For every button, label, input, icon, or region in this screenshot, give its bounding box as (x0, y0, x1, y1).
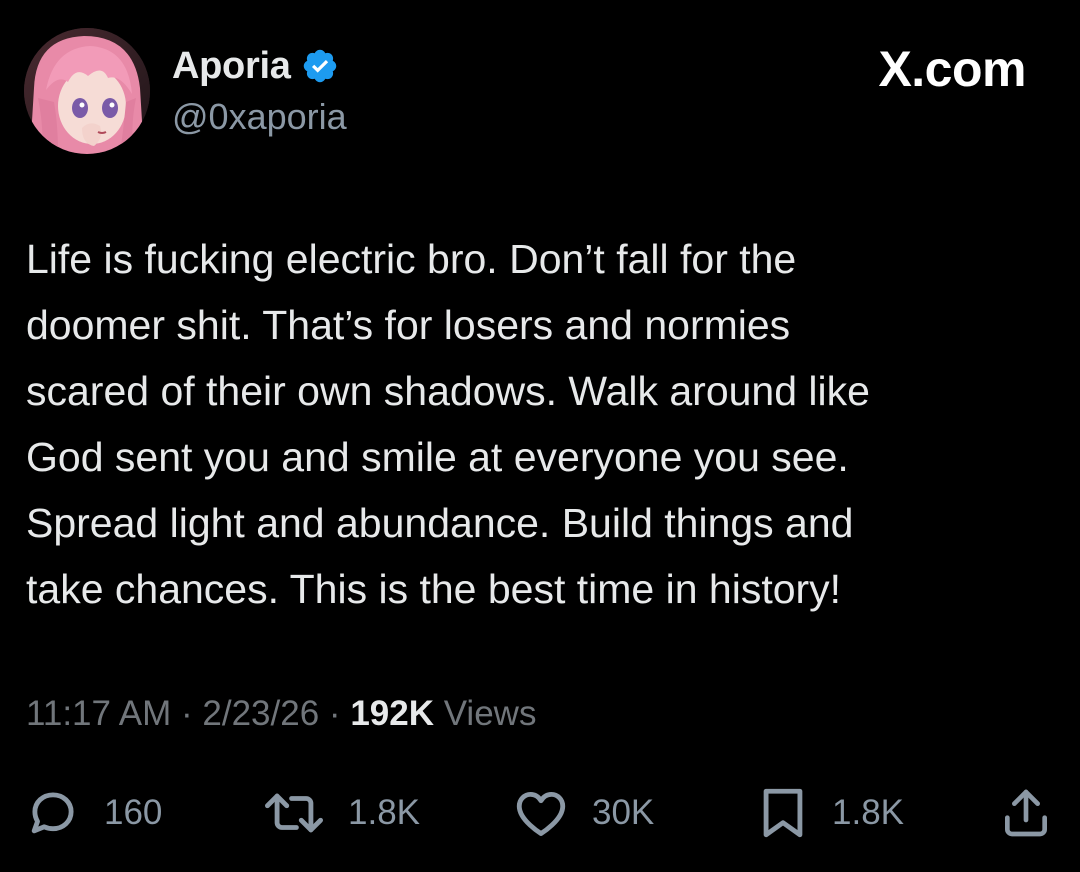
author-display-name[interactable]: Aporia (172, 45, 291, 88)
like-button[interactable]: 30K (512, 778, 654, 848)
tweet-text: Life is fucking electric bro. Don’t fall… (26, 236, 870, 612)
bookmark-icon (763, 788, 803, 838)
verified-badge-icon (303, 49, 336, 83)
reply-count: 160 (104, 793, 163, 832)
author-name-row[interactable]: Aporia (172, 42, 339, 90)
views-label: Views (443, 694, 537, 733)
tweet-date[interactable]: 2/23/26 (202, 694, 319, 733)
share-button[interactable] (998, 778, 1054, 848)
reply-button[interactable]: 160 (24, 778, 162, 848)
bookmark-button[interactable]: 1.8K (756, 778, 904, 848)
meta-separator: · (328, 694, 341, 733)
author-handle[interactable]: @0xaporia (172, 96, 347, 138)
share-icon (1005, 789, 1047, 837)
bookmark-count: 1.8K (832, 793, 904, 832)
anime-avatar-image (24, 28, 150, 154)
avatar[interactable] (24, 28, 150, 154)
retweet-icon (264, 793, 323, 833)
heart-icon (516, 791, 566, 836)
tweet-meta: 11:17 AM · 2/23/26 · 192K Views (26, 694, 536, 734)
retweet-button[interactable]: 1.8K (262, 778, 420, 848)
retweet-count: 1.8K (348, 793, 420, 832)
like-count: 30K (592, 793, 655, 832)
tweet-time[interactable]: 11:17 AM (26, 694, 171, 733)
reply-icon (31, 792, 74, 834)
views-count: 192K (350, 694, 434, 733)
brand-logo: X.com (878, 41, 1026, 97)
meta-separator: · (181, 694, 193, 733)
tweet-actions-bar: 160 1.8K 30K 1.8K (0, 778, 1080, 848)
